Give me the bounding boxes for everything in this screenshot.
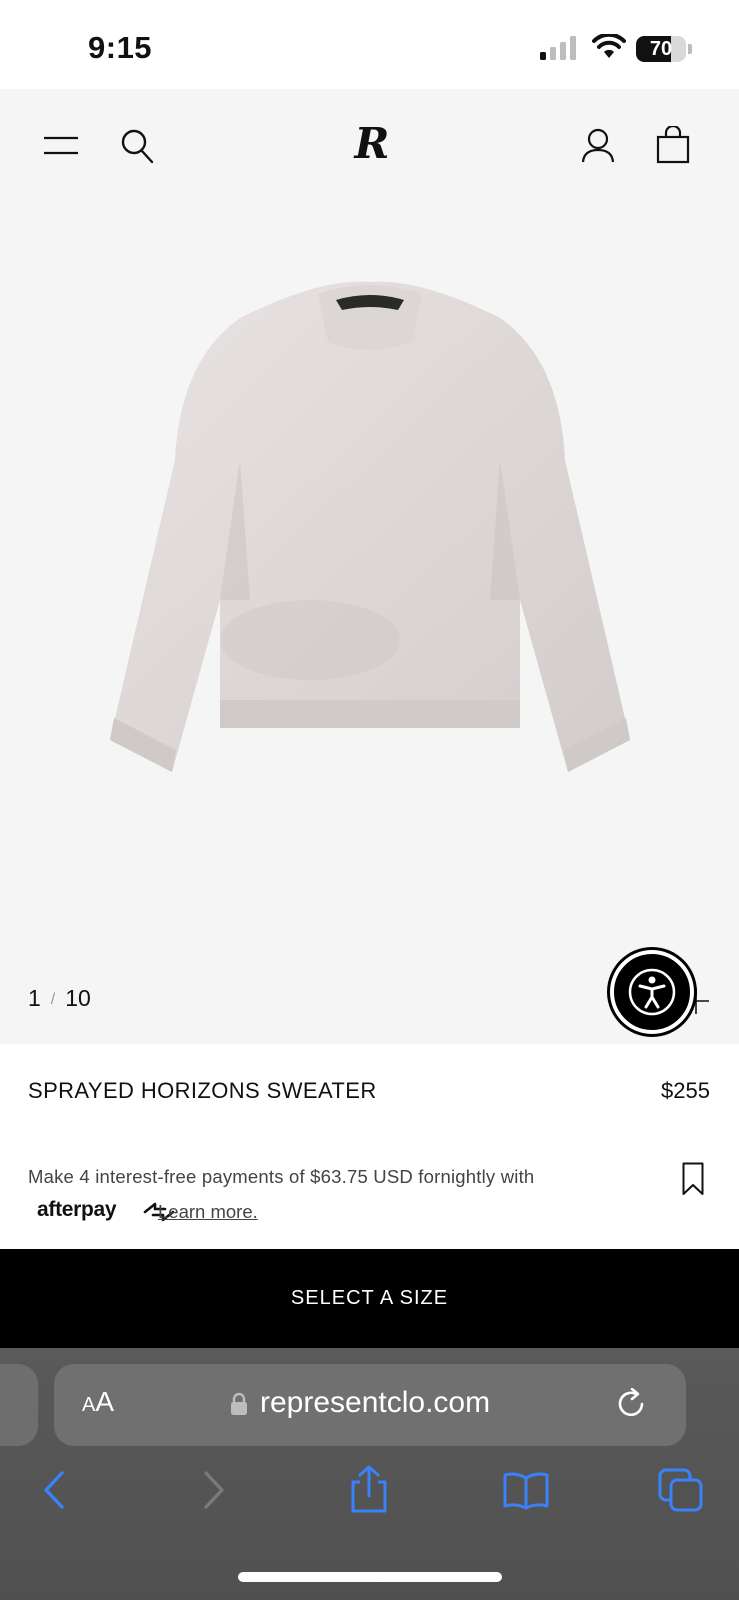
cellular-signal-icon [540, 36, 576, 60]
home-indicator[interactable] [238, 1572, 502, 1582]
previous-tab-peek[interactable] [0, 1364, 38, 1446]
accessibility-icon [628, 968, 676, 1016]
back-icon[interactable] [40, 1470, 68, 1510]
battery-indicator: 70 [636, 36, 692, 62]
forward-icon[interactable] [200, 1470, 228, 1510]
menu-icon[interactable] [44, 136, 78, 156]
shopping-bag-icon[interactable] [656, 126, 690, 164]
browser-toolbar: AA representclo.com [0, 1348, 739, 1600]
pager-current: 1 [28, 985, 41, 1011]
battery-tip [688, 44, 692, 54]
text-size-button[interactable]: AA [82, 1386, 114, 1418]
product-image-sweater[interactable] [90, 280, 650, 800]
installment-text: Make 4 interest-free payments of $63.75 … [28, 1166, 535, 1187]
url-text[interactable]: representclo.com [260, 1386, 490, 1420]
select-size-button[interactable]: SELECT A SIZE [0, 1249, 739, 1348]
tabs-icon[interactable] [658, 1468, 704, 1512]
afterpay-logo: afterpay [37, 1198, 175, 1222]
battery-percent: 70 [649, 38, 673, 60]
product-price: $255 [661, 1078, 710, 1103]
brand-logo[interactable]: R [352, 122, 392, 166]
learn-more-link[interactable]: Learn more. [158, 1201, 258, 1223]
pager-total: 10 [65, 985, 91, 1011]
account-icon[interactable] [581, 128, 615, 164]
product-page: 9:15 70 R 1 / 10 SPRAYED HORIZONS SWEATE… [0, 0, 739, 1600]
aa-small: A [82, 1394, 96, 1416]
search-icon[interactable] [120, 128, 154, 164]
product-title: SPRAYED HORIZONS SWEATER [28, 1078, 377, 1103]
bookmark-icon[interactable] [682, 1162, 704, 1196]
battery-body: 70 [636, 36, 686, 62]
status-bar: 9:15 70 [0, 0, 739, 89]
wifi-icon [592, 34, 626, 58]
aa-large: A [95, 1386, 115, 1417]
bookmarks-icon[interactable] [502, 1470, 550, 1510]
share-icon[interactable] [348, 1464, 390, 1514]
pager-separator: / [50, 991, 56, 1008]
afterpay-wordmark: afterpay [37, 1198, 117, 1221]
product-info: SPRAYED HORIZONS SWEATER $255 Make 4 int… [0, 1044, 739, 1249]
address-bar[interactable]: AA representclo.com [54, 1364, 686, 1446]
reload-icon[interactable] [616, 1388, 648, 1422]
lock-icon [231, 1392, 247, 1415]
status-time: 9:15 [88, 30, 153, 65]
gallery-pager: 1 / 10 [28, 985, 91, 1012]
accessibility-button[interactable] [610, 950, 694, 1034]
